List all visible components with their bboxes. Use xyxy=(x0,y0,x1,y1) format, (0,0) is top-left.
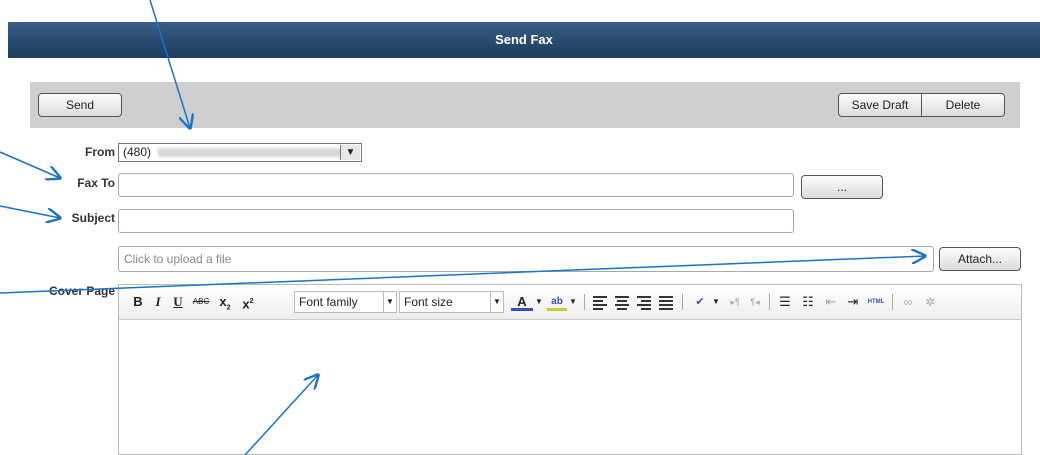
numbered-list-icon[interactable]: ☷ xyxy=(799,293,817,311)
superscript-button[interactable]: x2 xyxy=(239,293,257,311)
link-icon[interactable]: ∞ xyxy=(899,293,917,311)
from-label: From xyxy=(85,145,115,159)
align-center-icon[interactable] xyxy=(615,294,633,310)
file-upload-input[interactable]: Click to upload a file xyxy=(118,246,934,272)
attach-button[interactable]: Attach... xyxy=(939,247,1021,271)
superscript-x: x xyxy=(242,296,250,312)
from-value: (480) xyxy=(123,145,152,159)
bold-button[interactable]: B xyxy=(131,293,145,311)
delete-button[interactable]: Delete xyxy=(921,94,1004,116)
italic-button[interactable]: I xyxy=(151,293,165,311)
outdent-icon[interactable]: ⇤ xyxy=(822,293,840,311)
text-color-icon[interactable]: A xyxy=(511,293,533,311)
fax-to-label: Fax To xyxy=(77,176,115,190)
fax-to-input[interactable] xyxy=(118,173,794,197)
chevron-down-icon[interactable]: ▼ xyxy=(712,293,720,311)
window-title-bar: Send Fax xyxy=(8,22,1040,58)
subject-label: Subject xyxy=(71,211,115,225)
cover-page-editor: B I U ABC x2 x2 Font family ▼ Font size … xyxy=(118,284,1022,455)
draft-delete-group: Save Draft Delete xyxy=(838,93,1005,117)
indent-icon[interactable]: ⇥ xyxy=(844,293,862,311)
font-size-select[interactable]: Font size ▼ xyxy=(399,291,504,313)
editor-toolbar: B I U ABC x2 x2 Font family ▼ Font size … xyxy=(119,285,1021,320)
ltr-icon[interactable]: ▸¶ xyxy=(727,293,743,311)
html-source-button[interactable]: HTML xyxy=(864,293,888,311)
toolbar-divider xyxy=(892,294,893,310)
browse-contacts-button[interactable]: ... xyxy=(801,175,883,199)
align-right-icon[interactable] xyxy=(637,294,655,310)
save-draft-button[interactable]: Save Draft xyxy=(839,94,921,116)
subject-input[interactable] xyxy=(118,209,794,233)
toolbar-divider xyxy=(769,294,770,310)
bullet-list-icon[interactable]: ☰ xyxy=(776,293,794,311)
toolbar-divider xyxy=(584,294,585,310)
align-justify-icon[interactable] xyxy=(659,294,677,310)
font-size-label: Font size xyxy=(404,295,453,309)
send-button[interactable]: Send xyxy=(38,93,122,117)
chevron-down-icon[interactable]: ▼ xyxy=(535,293,543,311)
action-toolbar: Send Save Draft Delete xyxy=(30,82,1020,128)
chevron-down-icon[interactable]: ▼ xyxy=(569,293,577,311)
window-title: Send Fax xyxy=(495,32,553,47)
underline-button[interactable]: U xyxy=(171,293,185,311)
highlight-color-icon[interactable]: ab xyxy=(547,293,567,311)
strikethrough-button[interactable]: ABC xyxy=(191,293,211,311)
editor-body[interactable] xyxy=(119,320,1021,454)
subscript-x: x xyxy=(219,294,227,309)
toolbar-divider xyxy=(682,294,683,310)
unlink-icon[interactable]: ✲ xyxy=(921,293,939,311)
align-left-icon[interactable] xyxy=(593,294,611,310)
chevron-down-icon: ▼ xyxy=(490,292,503,312)
subscript-button[interactable]: x2 xyxy=(216,293,234,312)
spellcheck-icon[interactable]: ✔ xyxy=(689,293,711,311)
font-family-select[interactable]: Font family ▼ xyxy=(294,291,397,313)
from-select[interactable]: (480) ▼ xyxy=(118,143,362,162)
cover-page-label: Cover Page xyxy=(48,284,115,298)
chevron-down-icon: ▼ xyxy=(383,292,396,312)
chevron-down-icon[interactable]: ▼ xyxy=(340,145,360,160)
font-family-label: Font family xyxy=(299,295,358,309)
redacted-number xyxy=(158,148,354,158)
rtl-icon[interactable]: ¶◂ xyxy=(747,293,763,311)
